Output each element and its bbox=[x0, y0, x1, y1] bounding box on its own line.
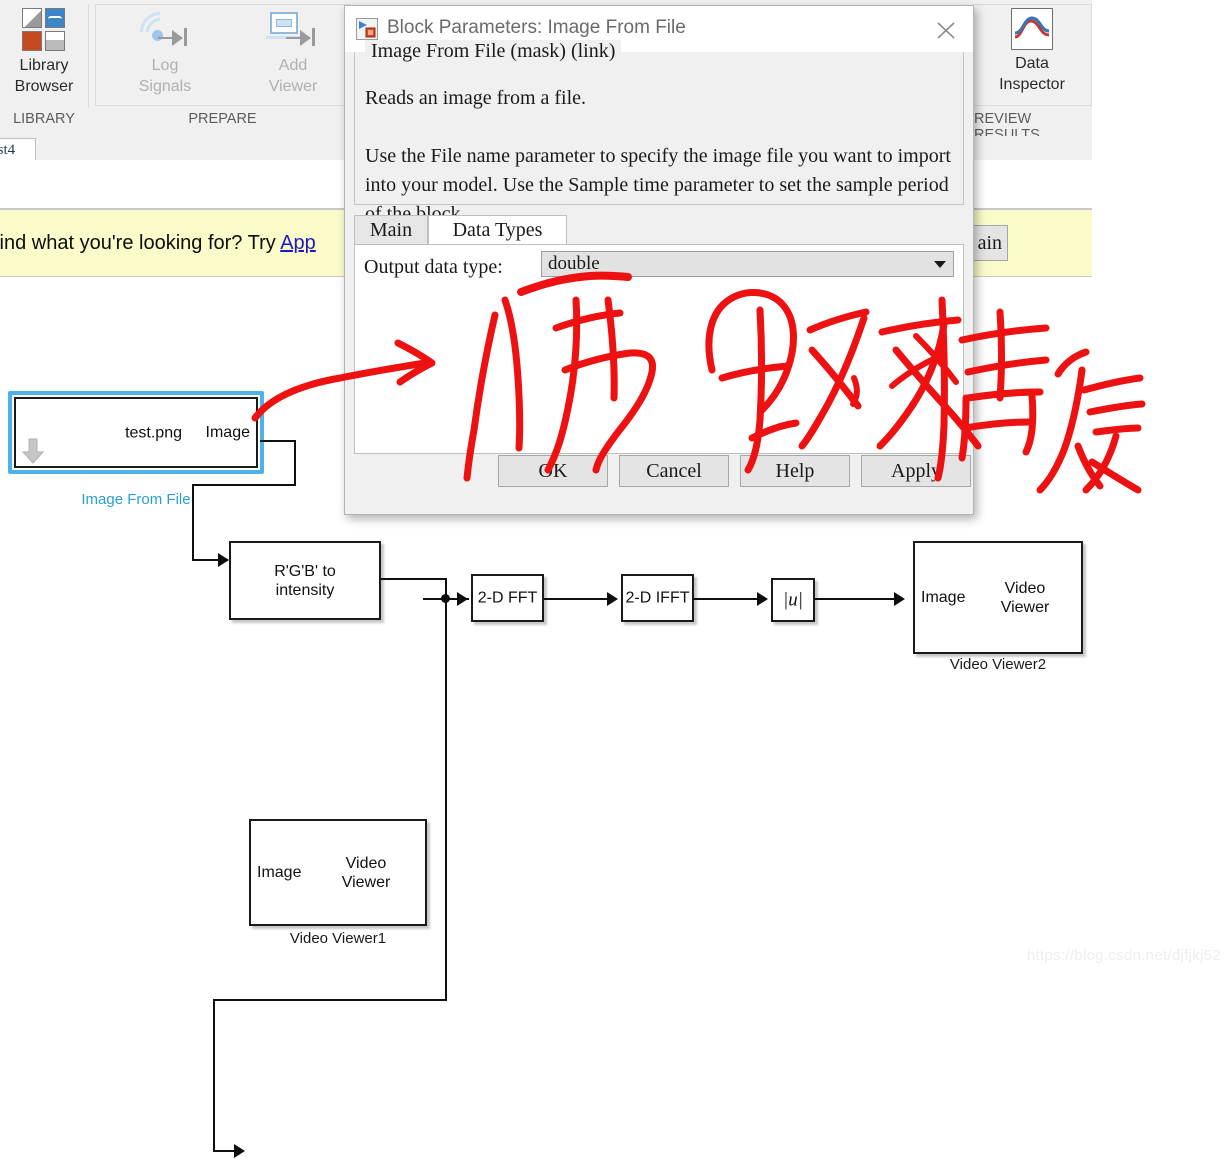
ribbon-group-review-label: REVIEW RESULTS bbox=[974, 111, 1040, 143]
chevron-down-icon bbox=[934, 261, 946, 268]
block-video-viewer2[interactable]: Image Video Viewer bbox=[913, 541, 1083, 654]
library-browser-icon bbox=[22, 8, 66, 52]
wire-fft-to-ifft bbox=[544, 598, 610, 600]
block-rgb-to-intensity[interactable]: R'G'B' to intensity bbox=[229, 541, 381, 620]
block-image-from-file-port-image: Image bbox=[205, 423, 250, 441]
library-browser-label-line1: Library bbox=[19, 57, 69, 74]
watermark-text: https://blog.csdn.net/djfjkj52 bbox=[1026, 947, 1221, 964]
dialog-description-legend: Image From File (mask) (link) bbox=[365, 40, 622, 63]
notification-text-body: find what you're looking for? Try bbox=[0, 232, 281, 254]
block-2d-fft-text: 2-D FFT bbox=[477, 589, 538, 607]
library-browser-label-line2: Browser bbox=[14, 78, 74, 95]
vv2-line1: Video bbox=[1004, 579, 1046, 597]
block-video-viewer1-port-image: Image bbox=[257, 863, 302, 881]
close-icon[interactable] bbox=[929, 15, 963, 45]
canvas-right-margin bbox=[1092, 0, 1231, 984]
wire-branch-down-1 bbox=[445, 598, 447, 1001]
block-video-viewer1[interactable]: Image Video Viewer bbox=[249, 819, 427, 926]
block-parameters-icon bbox=[356, 18, 378, 40]
ribbon-group-library-label: LIBRARY bbox=[13, 111, 75, 127]
arrow-into-viewer1 bbox=[234, 1144, 245, 1158]
block-2d-ifft[interactable]: 2-D IFFT bbox=[621, 574, 694, 622]
dialog-footer: OK Cancel Help Apply bbox=[354, 443, 971, 505]
caption-video-viewer1: Video Viewer1 bbox=[289, 930, 387, 947]
ribbon-group-prepare-label: PREPARE bbox=[188, 111, 257, 127]
notification-text: find what you're looking for? Try App bbox=[0, 232, 316, 255]
add-viewer-label-line2: Viewer bbox=[268, 78, 318, 95]
log-signals-label-line1: Log bbox=[151, 57, 179, 74]
log-signals-label-line2: Signals bbox=[138, 78, 192, 95]
dialog-tab-bar: Main Data Types bbox=[354, 215, 964, 245]
block-rgb-to-intensity-text: R'G'B' to intensity bbox=[231, 562, 379, 600]
vv2-line2: Viewer bbox=[1000, 598, 1050, 616]
wire-iff-out-1 bbox=[260, 440, 296, 442]
arrow-into-rgb bbox=[218, 553, 229, 567]
rgb-line1: R'G'B' to bbox=[274, 562, 336, 580]
wire-rgb-out-1 bbox=[381, 578, 447, 580]
block-abs-text: |u| bbox=[783, 589, 803, 611]
rgb-line2: intensity bbox=[275, 581, 335, 599]
help-button[interactable]: Help bbox=[740, 455, 850, 487]
data-inspector-button[interactable]: Data Inspector bbox=[976, 8, 1088, 95]
apply-button[interactable]: Apply bbox=[861, 455, 971, 487]
vv1-line1: Video bbox=[345, 854, 387, 872]
ribbon-group-review-results: Data Inspector REVIEW RESULTS bbox=[972, 0, 1092, 143]
dialog-description-spacer bbox=[365, 113, 955, 142]
ribbon-group-prepare: Log Signals Add Viewer PREPARE bbox=[95, 0, 350, 136]
dialog-tab-panel: Output data type: double bbox=[354, 244, 964, 454]
output-data-type-value: double bbox=[548, 253, 600, 274]
dialog-description-line1: Reads an image from a file. bbox=[365, 87, 587, 109]
wire-ifft-to-abs bbox=[694, 598, 762, 600]
wire-abs-to-viewer2 bbox=[815, 598, 899, 600]
data-inspector-label-line2: Inspector bbox=[999, 76, 1065, 93]
wire-branch-down-2 bbox=[213, 999, 447, 1001]
arrow-into-abs bbox=[757, 592, 768, 606]
ok-button[interactable]: OK bbox=[498, 455, 608, 487]
add-viewer-icon bbox=[266, 10, 320, 52]
add-viewer-button[interactable]: Add Viewer bbox=[245, 10, 341, 97]
log-signals-icon bbox=[131, 3, 192, 61]
caption-image-from-file: Image From File bbox=[81, 491, 191, 508]
ribbon-divider-1 bbox=[88, 4, 89, 108]
block-video-viewer2-port-image: Image bbox=[921, 588, 966, 606]
tab-data-types[interactable]: Data Types bbox=[428, 215, 567, 245]
wire-branch-down-3 bbox=[213, 999, 215, 1152]
output-data-type-label: Output data type: bbox=[364, 256, 503, 278]
block-2d-fft[interactable]: 2-D FFT bbox=[471, 574, 544, 622]
arrow-into-ifft bbox=[607, 592, 618, 606]
output-data-type-select[interactable]: double bbox=[541, 251, 954, 277]
dialog-description-group: Image From File (mask) (link) Reads an i… bbox=[354, 40, 964, 225]
block-2d-ifft-text: 2-D IFFT bbox=[625, 589, 690, 607]
caption-video-viewer2: Video Viewer2 bbox=[949, 656, 1047, 673]
tab-main[interactable]: Main bbox=[354, 215, 428, 245]
library-browser-button[interactable]: Library Browser bbox=[6, 8, 82, 97]
dialog-title-text: Block Parameters: Image From File bbox=[387, 17, 686, 38]
data-inspector-label-line1: Data bbox=[1015, 55, 1049, 72]
model-tab-est4[interactable]: est4 bbox=[0, 138, 36, 162]
block-abs[interactable]: |u| bbox=[771, 578, 815, 622]
wire-iff-out-2 bbox=[294, 440, 296, 486]
wire-iff-out-4 bbox=[192, 484, 194, 561]
arrow-into-viewer2 bbox=[894, 592, 905, 606]
vv1-line2: Viewer bbox=[341, 873, 391, 891]
block-video-viewer2-text: Video Viewer bbox=[975, 579, 1075, 617]
wire-iff-out-3 bbox=[192, 484, 296, 486]
notification-link[interactable]: App bbox=[280, 232, 316, 254]
block-image-from-file-text: test.png bbox=[125, 424, 182, 441]
block-video-viewer1-text: Video Viewer bbox=[313, 854, 419, 892]
data-inspector-icon bbox=[1011, 8, 1053, 50]
arrow-into-fft bbox=[457, 592, 468, 606]
log-signals-button[interactable]: Log Signals bbox=[117, 3, 213, 97]
down-arrow-icon bbox=[21, 438, 45, 464]
cancel-button[interactable]: Cancel bbox=[619, 455, 729, 487]
dialog-description-body: Reads an image from a file. Use the File… bbox=[365, 84, 955, 229]
block-image-from-file[interactable]: test.png Image bbox=[14, 397, 258, 468]
block-parameters-dialog[interactable]: Block Parameters: Image From File Image … bbox=[344, 5, 974, 515]
add-viewer-label-line1: Add bbox=[278, 57, 308, 74]
ribbon-group-library: Library Browser LIBRARY bbox=[0, 0, 88, 136]
